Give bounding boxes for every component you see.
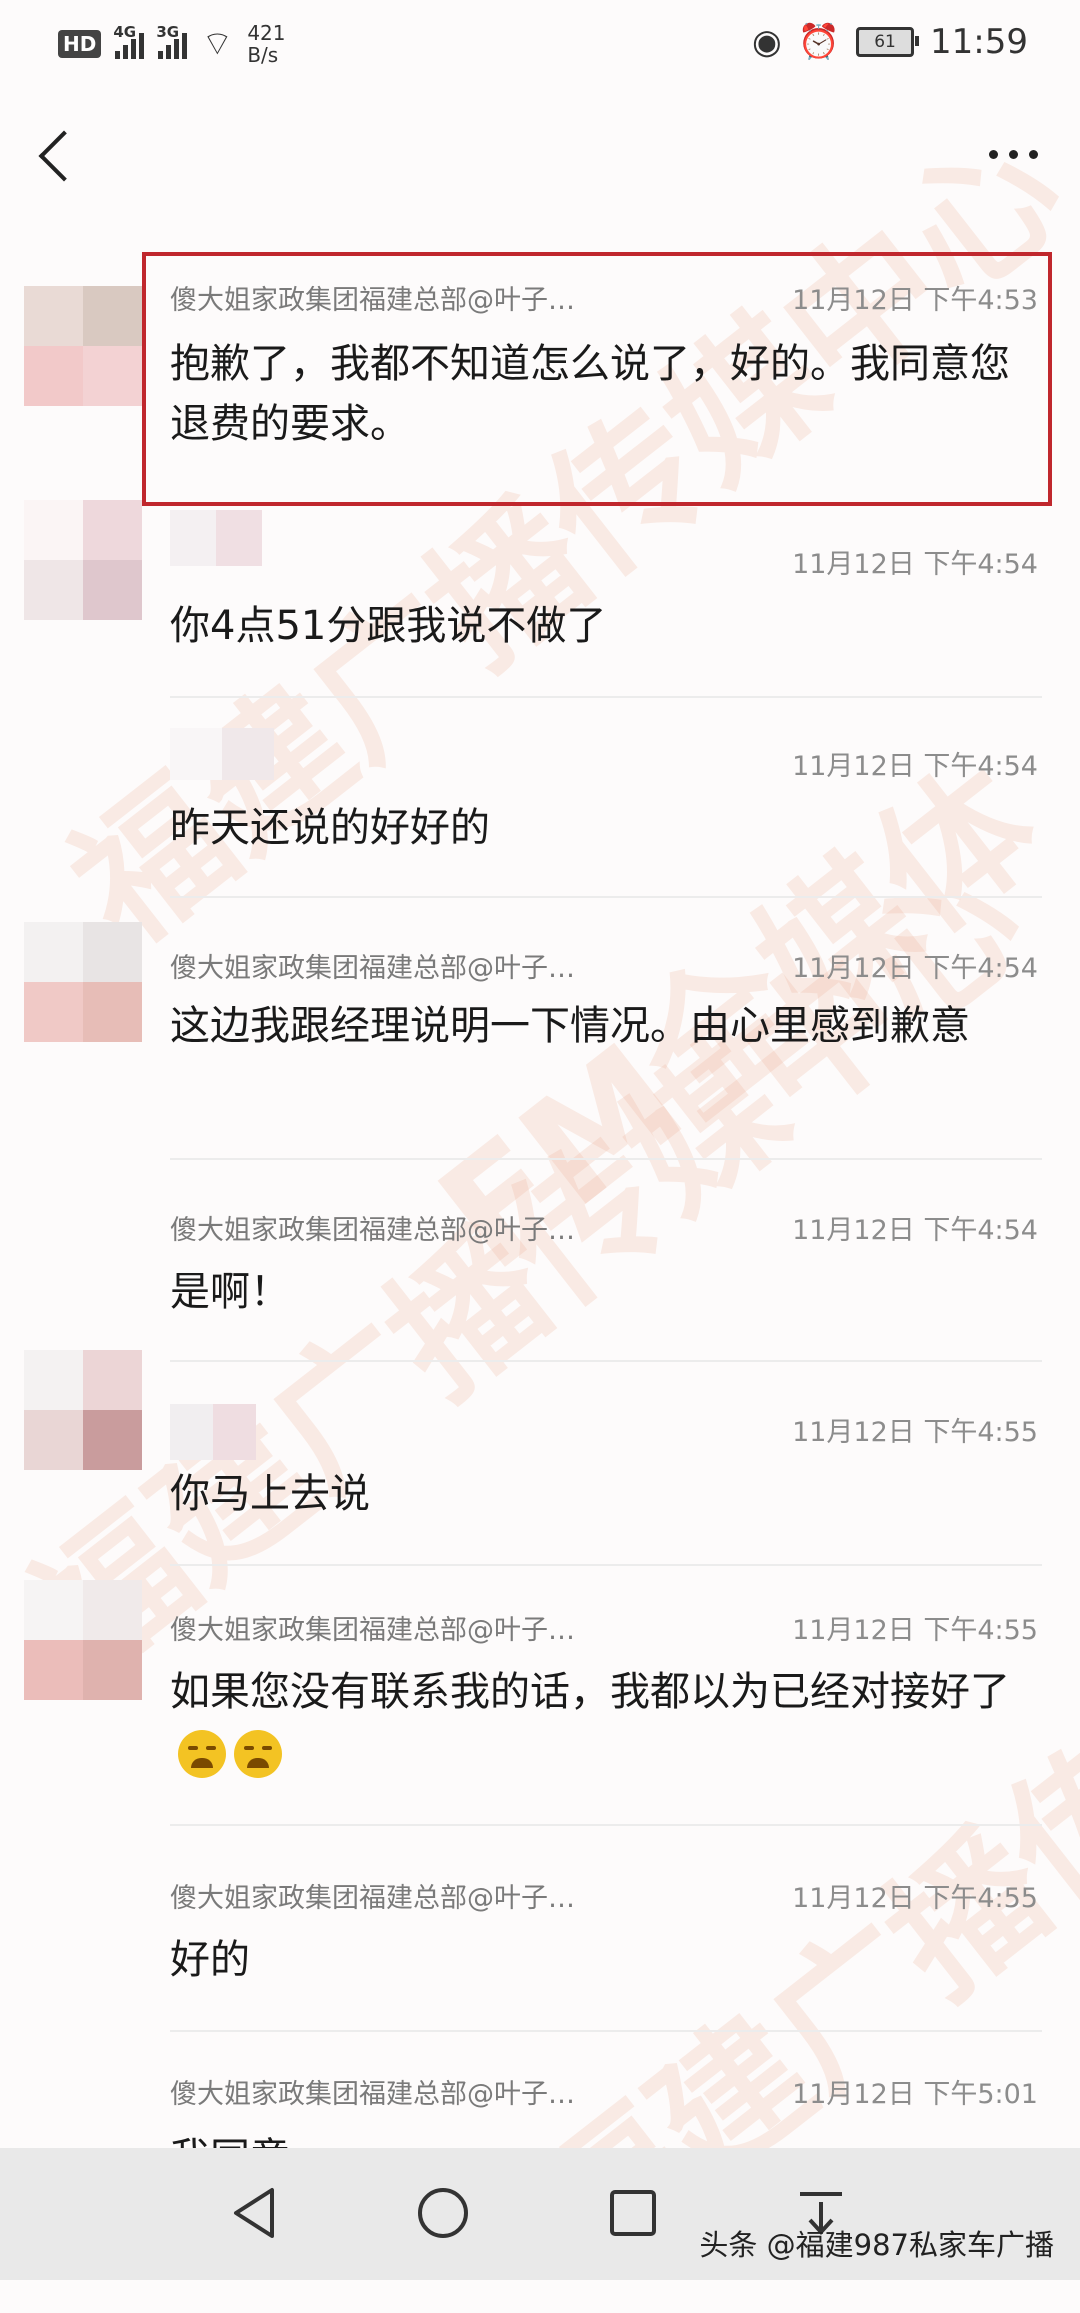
message-text: 你马上去说 [170,1471,370,1517]
divider [170,2030,1042,2032]
highlight-box [142,252,1052,506]
divider [170,696,1042,698]
avatar[interactable] [24,500,142,620]
hd-badge: HD [58,30,102,58]
divider [170,896,1042,898]
message-time: 11月12日 下午4:54 [792,549,1038,580]
divider [170,1158,1042,1160]
message-text: 这边我跟经理说明一下情况。由心里感到歉意 [170,1003,970,1049]
attribution-text: 头条 @福建987私家车广播 [699,2228,1054,2262]
divider [170,1360,1042,1362]
nav-home-button[interactable] [408,2178,478,2248]
signal-icon: 3G [156,23,188,59]
message-text: 是啊！ [170,1269,290,1315]
back-button[interactable] [32,120,76,190]
dot-icon [1008,149,1018,159]
divider [170,1564,1042,1566]
message-time: 11月12日 下午4:55 [792,1417,1038,1448]
sender-avatar-blur [170,728,274,780]
watermark: 福建广播传媒中心 [1,831,1055,1708]
sender-avatar-blur [170,510,262,566]
message-time: 11月12日 下午4:54 [792,953,1038,984]
triangle-back-icon [234,2188,274,2238]
battery-icon: 61 [856,27,920,57]
alarm-icon: ⏰ [797,22,841,62]
message-time: 11月12日 下午4:55 [792,1883,1038,1914]
avatar[interactable] [24,1580,142,1700]
divider [170,1824,1042,1826]
avatar[interactable] [24,1350,142,1470]
message-text: 昨天还说的好好的 [170,805,490,851]
message-text: 好的 [170,1937,250,1983]
sender-name: 傻大姐家政集团福建总部@叶子… [170,953,575,984]
status-bar: HD 4G 3G ⌔ 421 B/s ◉ ⏰ 61 11:59 [0,0,1080,92]
nav-back-button[interactable] [220,2178,290,2248]
crying-face-icon [234,1730,282,1778]
dot-icon [1028,149,1038,159]
message-time: 11月12日 下午4:55 [792,1615,1038,1646]
message-time: 11月12日 下午4:54 [792,1215,1038,1246]
wifi-icon: ⌔ [201,24,234,64]
avatar[interactable] [24,286,142,406]
sender-name: 傻大姐家政集团福建总部@叶子… [170,1883,575,1914]
sender-name: 傻大姐家政集团福建总部@叶子… [170,1615,575,1646]
message-time: 11月12日 下午4:54 [792,751,1038,782]
clock: 11:59 [930,22,1028,62]
crying-face-icon [178,1730,226,1778]
network-speed: 421 B/s [247,21,286,67]
message-time: 11月12日 下午5:01 [792,2079,1038,2110]
message-text: 你4点51分跟我说不做了 [170,603,607,649]
sender-name: 傻大姐家政集团福建总部@叶子… [170,1215,575,1246]
dot-icon [988,149,998,159]
eye-icon: ◉ [752,22,782,62]
more-options-button[interactable] [978,132,1048,176]
signal-icon: 4G [113,23,145,59]
sender-name: 傻大姐家政集团福建总部@叶子… [170,2079,575,2110]
sender-avatar-blur [170,1404,256,1460]
square-recent-icon [610,2190,656,2236]
avatar[interactable] [24,922,142,1042]
message-text: 如果您没有联系我的话，我都以为已经对接好了 [170,1662,1010,1782]
circle-home-icon [418,2188,468,2238]
nav-recent-apps-button[interactable] [598,2178,668,2248]
